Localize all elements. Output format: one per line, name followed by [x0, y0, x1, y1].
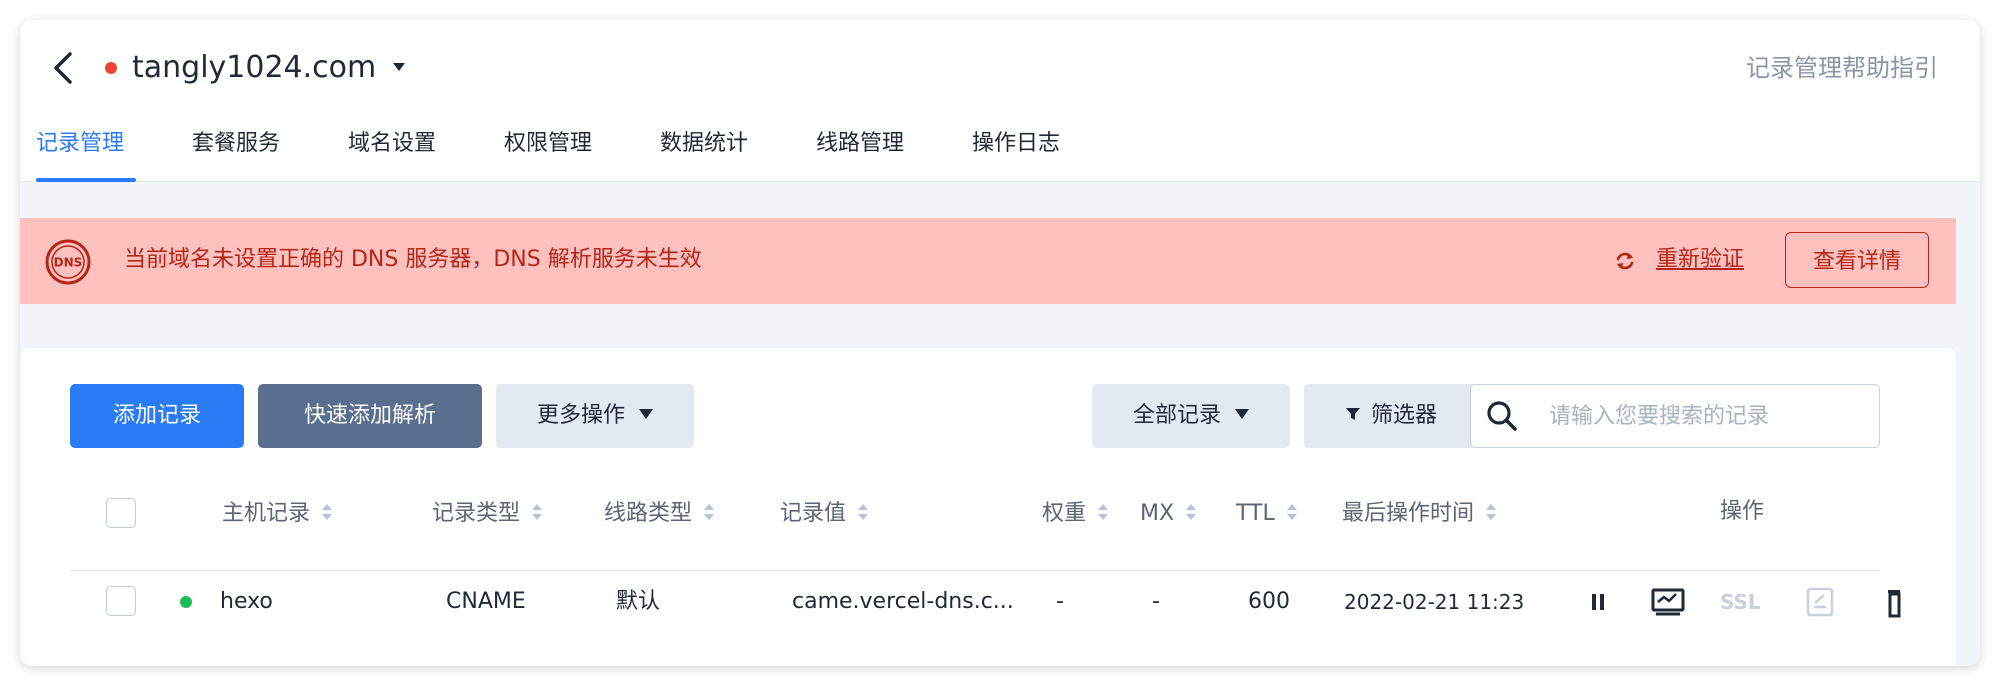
cell-type: CNAME	[446, 589, 526, 614]
caret-down-icon	[1235, 409, 1249, 419]
record-status-dot	[180, 596, 192, 608]
tab-permissions[interactable]: 权限管理	[504, 126, 592, 162]
tab-records[interactable]: 记录管理	[36, 126, 124, 162]
search-icon	[1487, 401, 1517, 431]
tab-domain-settings[interactable]: 域名设置	[348, 126, 436, 162]
header: tangly1024.com 记录管理帮助指引 记录管理 套餐服务 域名设置 权…	[20, 20, 1980, 182]
app-window: tangly1024.com 记录管理帮助指引 记录管理 套餐服务 域名设置 权…	[20, 20, 1980, 666]
more-actions-button[interactable]: 更多操作	[496, 384, 694, 448]
search-box	[1470, 384, 1880, 448]
active-tab-indicator	[36, 178, 136, 182]
tab-statistics[interactable]: 数据统计	[660, 126, 748, 162]
domain-status-dot	[105, 62, 117, 74]
filter-icon	[1345, 408, 1360, 420]
monitor-icon[interactable]	[1650, 584, 1686, 620]
view-details-button[interactable]: 查看详情	[1785, 232, 1929, 288]
edit-remark-icon[interactable]	[1802, 584, 1838, 620]
help-link[interactable]: 记录管理帮助指引	[1746, 50, 1938, 86]
column-header-mx[interactable]: MX	[1140, 496, 1197, 532]
add-record-button[interactable]: 添加记录	[70, 384, 244, 448]
more-actions-label: 更多操作	[536, 403, 625, 428]
row-checkbox[interactable]	[106, 586, 136, 616]
search-input[interactable]	[1549, 397, 1859, 435]
quick-add-button[interactable]: 快速添加解析	[258, 384, 482, 448]
column-header-ttl[interactable]: TTL	[1236, 496, 1297, 532]
filter-button[interactable]: 筛选器	[1304, 384, 1478, 448]
sort-icon	[704, 503, 715, 521]
all-records-dropdown[interactable]: 全部记录	[1092, 384, 1290, 448]
column-header-weight[interactable]: 权重	[1042, 496, 1109, 532]
column-header-value[interactable]: 记录值	[780, 496, 869, 532]
select-all-checkbox[interactable]	[106, 498, 136, 528]
sort-icon	[1486, 503, 1497, 521]
sort-icon	[532, 503, 543, 521]
dns-warning-banner: DNS 当前域名未设置正确的 DNS 服务器，DNS 解析服务未生效 重新验证 …	[20, 218, 1956, 304]
tab-bar: 记录管理 套餐服务 域名设置 权限管理 数据统计 线路管理 操作日志	[20, 126, 1980, 182]
reverify-link[interactable]: 重新验证	[1656, 242, 1744, 278]
refresh-icon[interactable]	[1614, 250, 1636, 272]
cell-ttl: 600	[1248, 589, 1290, 614]
records-panel: 添加记录 快速添加解析 更多操作 全部记录 筛选器 主机记录 记录类型 线路类型…	[20, 348, 1956, 666]
filter-label: 筛选器	[1370, 403, 1437, 428]
cell-last-modified: 2022-02-21 11:23	[1344, 590, 1525, 614]
domain-name[interactable]: tangly1024.com	[132, 48, 376, 88]
cell-host: hexo	[220, 589, 273, 614]
column-header-actions: 操作	[1720, 499, 1765, 524]
alert-message: 当前域名未设置正确的 DNS 服务器，DNS 解析服务未生效	[124, 247, 702, 272]
sort-icon	[1186, 503, 1197, 521]
delete-icon[interactable]	[1886, 584, 1922, 620]
column-header-last-modified[interactable]: 最后操作时间	[1342, 496, 1497, 532]
pause-icon[interactable]	[1580, 584, 1616, 620]
tab-line-management[interactable]: 线路管理	[816, 126, 904, 162]
caret-down-icon[interactable]	[390, 58, 408, 76]
dns-icon: DNS	[45, 239, 91, 285]
svg-text:DNS: DNS	[54, 256, 83, 270]
sort-icon	[858, 503, 869, 521]
caret-down-icon	[639, 409, 653, 419]
tab-package[interactable]: 套餐服务	[192, 126, 280, 162]
cell-mx: -	[1152, 589, 1160, 614]
all-records-label: 全部记录	[1132, 403, 1221, 428]
sort-icon	[1098, 503, 1109, 521]
column-header-line[interactable]: 线路类型	[604, 496, 715, 532]
cell-value[interactable]: came.vercel-dns.c...	[792, 584, 1014, 620]
sort-icon	[1286, 503, 1297, 521]
sort-icon	[322, 503, 333, 521]
cell-weight: -	[1056, 589, 1064, 614]
ssl-button[interactable]: SSL	[1720, 586, 1761, 618]
cell-line: 默认	[616, 589, 661, 614]
tab-operation-log[interactable]: 操作日志	[972, 126, 1060, 162]
header-divider	[70, 570, 1880, 571]
column-header-type[interactable]: 记录类型	[432, 496, 543, 532]
back-arrow-icon[interactable]	[48, 48, 78, 88]
column-header-host[interactable]: 主机记录	[222, 496, 333, 532]
